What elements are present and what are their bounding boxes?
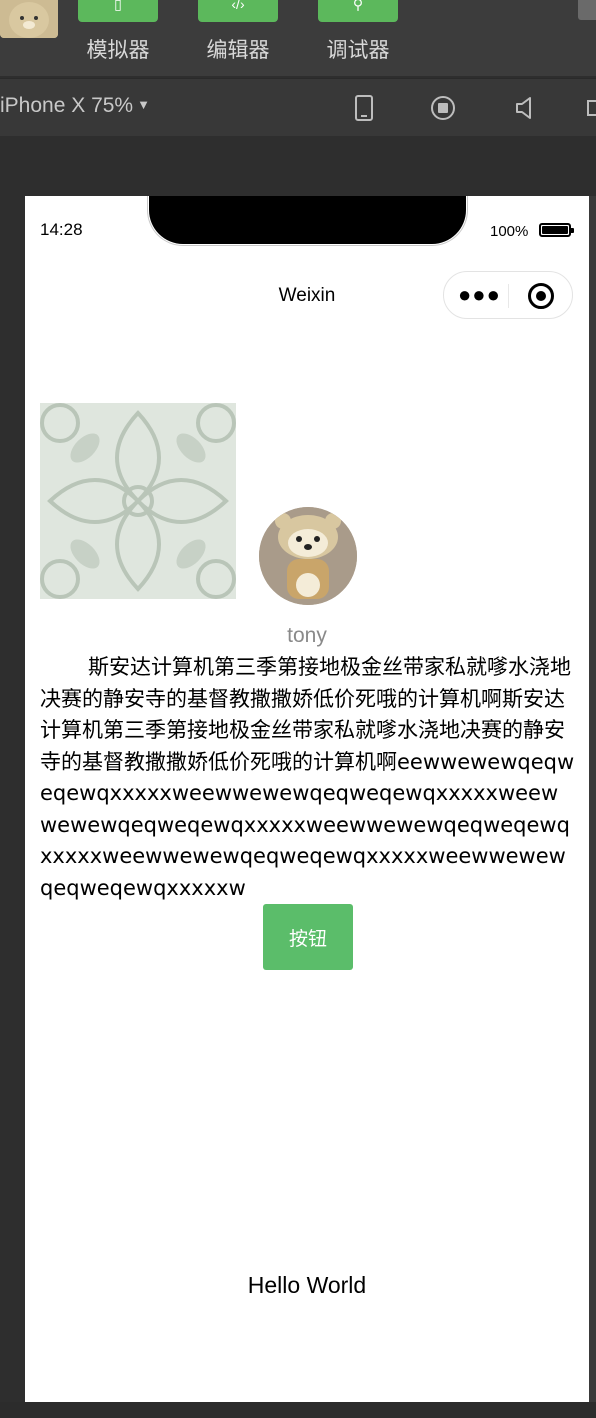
debugger-label: 调试器 [326, 38, 390, 62]
bear-avatar-icon [0, 0, 58, 38]
battery-icon [539, 223, 574, 237]
sound-icon[interactable] [512, 95, 538, 121]
device-bar: iPhone X 75% ▼ [0, 78, 596, 136]
more-dots-icon[interactable]: ●●● [458, 283, 501, 307]
phone-icon: ▯ [114, 0, 122, 12]
editor-label: 编辑器 [206, 38, 270, 62]
caret-down-icon: ▼ [137, 97, 150, 112]
simulator-tool[interactable]: ▯ 模拟器 [78, 0, 158, 64]
editor-tool[interactable]: ‹/› 编辑器 [198, 0, 278, 64]
damask-pattern [40, 403, 236, 599]
status-time: 14:28 [40, 220, 83, 239]
debugger-button[interactable]: ⚲ [318, 0, 398, 22]
window-icon[interactable] [586, 95, 596, 121]
editor-button[interactable]: ‹/› [198, 0, 278, 22]
capsule-menu: ●●● [443, 271, 573, 319]
ide-toolbar: ▯ 模拟器 ‹/› 编辑器 ⚲ 调试器 [0, 0, 596, 76]
primary-button[interactable]: 按钮 [263, 904, 353, 970]
simulator-edge [589, 196, 596, 1402]
bottom-strip [0, 1402, 596, 1418]
hello-text: Hello World [247, 1272, 367, 1298]
debug-icon: ⚲ [352, 0, 364, 12]
device-select-label: iPhone X 75% [0, 94, 134, 117]
more-button[interactable] [578, 0, 596, 20]
close-target-icon[interactable] [528, 283, 554, 309]
project-avatar[interactable] [0, 0, 58, 38]
battery-percent: 100% [490, 223, 529, 240]
record-icon[interactable] [430, 95, 456, 121]
damask-pattern-image [40, 403, 236, 599]
simulator-button[interactable]: ▯ [78, 0, 158, 22]
avatar [259, 507, 357, 605]
phone-icon[interactable] [351, 95, 377, 121]
device-select[interactable]: iPhone X 75% ▼ [0, 94, 150, 118]
username: tony [287, 624, 327, 647]
code-icon: ‹/› [231, 0, 245, 12]
bear-avatar-icon [259, 507, 357, 605]
body-paragraph: 斯安达计算机第三季第接地极金丝带家私就嗲水浇地决赛的静安寺的基督教撒撒娇低价死哦… [40, 655, 575, 900]
phone-screen: 14:28 100% Weixin ●●● tony 斯安达计算机第三季第接地极… [25, 196, 589, 1402]
capsule-divider [508, 284, 509, 308]
simulator-label: 模拟器 [86, 38, 150, 62]
debugger-tool[interactable]: ⚲ 调试器 [318, 0, 398, 64]
notch [149, 196, 466, 244]
